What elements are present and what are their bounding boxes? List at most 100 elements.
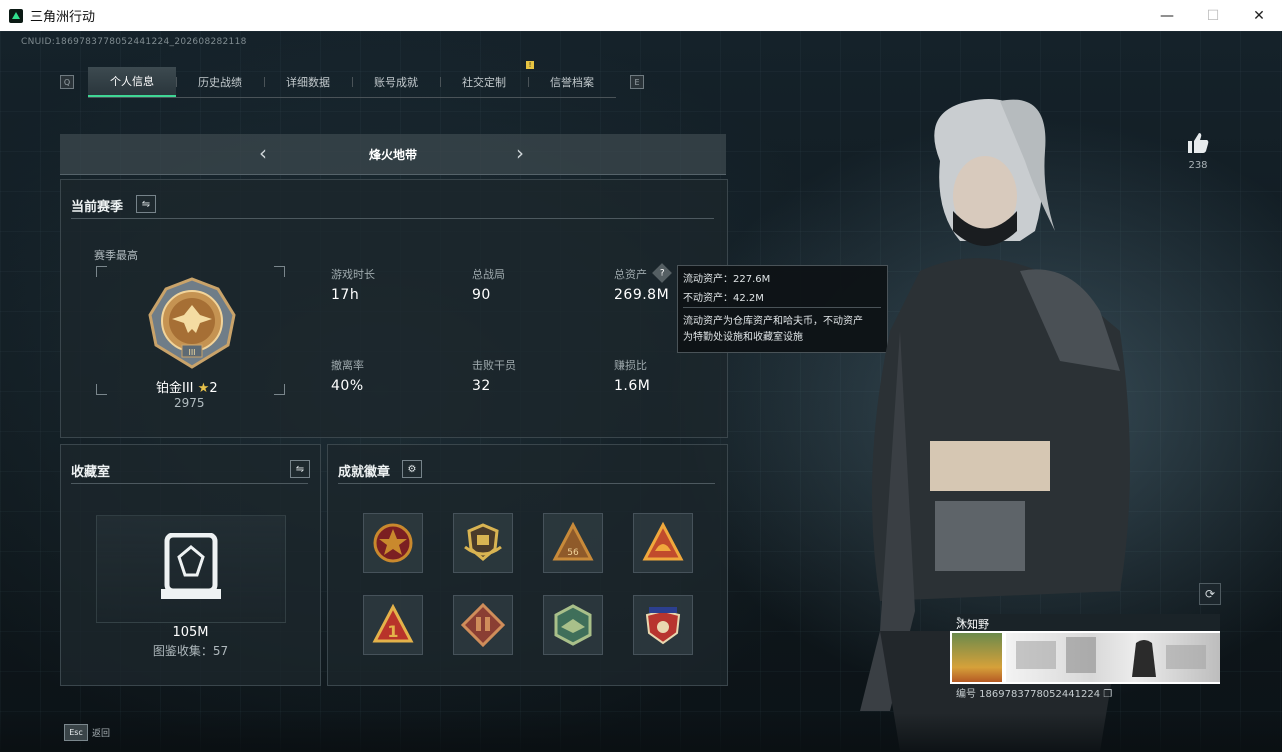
- divider: [71, 483, 308, 484]
- avatar[interactable]: [952, 633, 1002, 682]
- tab-bar: 个人信息 历史战绩 详细数据 账号成就 社交定制! 信誉档案: [88, 60, 616, 98]
- stat-label: 赚损比: [614, 359, 647, 372]
- stat-label: 游戏时长: [331, 268, 375, 281]
- stat-label: 总资产: [614, 268, 647, 281]
- tab-label: 详细数据: [286, 75, 330, 89]
- catalog-count: 图鉴收集：57: [152, 644, 229, 658]
- shield-wings-badge-icon: [464, 523, 502, 561]
- tab-personal-info[interactable]: 个人信息: [88, 66, 176, 97]
- rank-tier: 铂金III: [156, 381, 194, 396]
- svg-text:1: 1: [387, 622, 398, 641]
- window-controls: — ☐ ✕: [1144, 0, 1282, 31]
- section-title: 当前赛季: [71, 200, 124, 215]
- badge-slot[interactable]: [363, 513, 423, 573]
- edit-name-icon[interactable]: ✎: [956, 616, 964, 627]
- tooltip-description: 为特勤处设施和收藏室设施: [683, 332, 803, 343]
- triangle-56-badge-icon: 56: [552, 521, 594, 561]
- stat-value: 40%: [331, 378, 364, 394]
- thumbs-up-icon[interactable]: [1186, 131, 1210, 155]
- badge-slot[interactable]: 56: [543, 513, 603, 573]
- tab-reputation[interactable]: 信誉档案: [528, 67, 616, 97]
- tab-achievements[interactable]: 账号成就: [352, 67, 440, 97]
- frame-corner: [96, 384, 107, 395]
- season-best-label: 赛季最高: [94, 249, 138, 262]
- player-uid: CNUID:1869783778052441224_202608282118: [21, 37, 247, 47]
- rank-stars: 2: [209, 381, 218, 396]
- frame-corner: [274, 384, 285, 395]
- divider: [338, 483, 715, 484]
- badge-slot[interactable]: [453, 513, 513, 573]
- svg-text:III: III: [188, 348, 195, 357]
- app-logo-icon: [9, 8, 23, 23]
- bottom-shade: [0, 713, 1282, 752]
- tab-label: 信誉档案: [550, 75, 594, 89]
- back-label[interactable]: 返回: [92, 726, 110, 739]
- badge-slot[interactable]: [633, 513, 693, 573]
- stat-value: 17h: [331, 287, 360, 303]
- window-titlebar: 三角洲行动 — ☐ ✕: [0, 0, 1282, 31]
- stat-value: 90: [472, 287, 491, 303]
- stat-label: 总战局: [472, 268, 505, 281]
- tooltip-fixed-assets: 不动资产：42.2M: [683, 293, 764, 304]
- help-icon[interactable]: ?: [652, 263, 672, 283]
- mode-selector: ‹ 烽火地带 ›: [60, 134, 726, 175]
- stat-value: 269.8M: [614, 287, 670, 303]
- stat-label: 撤离率: [331, 359, 364, 372]
- tab-label: 个人信息: [110, 74, 154, 88]
- badge-slot[interactable]: 1: [363, 595, 423, 655]
- esc-key[interactable]: Esc: [64, 724, 88, 741]
- display-case-icon: [161, 533, 221, 599]
- window-title: 三角洲行动: [30, 10, 96, 25]
- star-shield-badge-icon: [645, 607, 681, 645]
- collection-switch-button[interactable]: ⇋: [290, 460, 310, 478]
- maximize-button[interactable]: ☐: [1190, 0, 1236, 31]
- rank-points: 2975: [174, 396, 205, 410]
- mode-next-arrow-icon[interactable]: ›: [509, 141, 531, 165]
- badge-slot[interactable]: [543, 595, 603, 655]
- namecard-header: 沐知野 ✎: [950, 614, 1220, 631]
- badge-slot[interactable]: [453, 595, 513, 655]
- tab-detailed-data[interactable]: 详细数据: [264, 67, 352, 97]
- platinum-rank-emblem-icon: III: [148, 277, 236, 369]
- frame-corner: [96, 266, 107, 277]
- mode-prev-arrow-icon[interactable]: ‹: [252, 141, 274, 165]
- player-number: 编号 1869783778052441224 ❐: [956, 685, 1112, 700]
- star-medal-badge-icon: [373, 523, 413, 563]
- tab-social-custom[interactable]: 社交定制!: [440, 60, 534, 97]
- minimize-button[interactable]: —: [1144, 0, 1190, 31]
- close-button[interactable]: ✕: [1236, 0, 1282, 31]
- tab-label: 历史战绩: [198, 75, 242, 89]
- game-viewport: CNUID:1869783778052441224_202608282118 Q…: [0, 31, 1282, 752]
- triangle-one-badge-icon: 1: [372, 603, 414, 643]
- badge-settings-button[interactable]: ⚙: [402, 460, 422, 478]
- help-symbol: ?: [659, 268, 665, 278]
- namecard-banner: [1006, 633, 1220, 682]
- tooltip-liquid-assets: 流动资产：227.6M: [683, 274, 771, 285]
- tab-label: 账号成就: [374, 75, 418, 89]
- current-season-panel: 当前赛季 ⇋ 赛季最高 III 铂金III ★2 2975 游戏时长 17h 总…: [60, 179, 728, 438]
- player-number-text: 编号 1869783778052441224: [956, 689, 1101, 700]
- prev-tab-key[interactable]: Q: [60, 75, 74, 89]
- rank-name: 铂金III ★2: [156, 377, 218, 396]
- hex-eagle-badge-icon: [554, 604, 592, 646]
- stat-label: 击败干员: [472, 359, 516, 372]
- refresh-icon[interactable]: ⟳: [1199, 583, 1221, 605]
- tab-match-history[interactable]: 历史战绩: [176, 67, 264, 97]
- season-switch-button[interactable]: ⇋: [136, 195, 156, 213]
- diamond-ammo-badge-icon: [461, 603, 505, 647]
- profile-tabs: Q 个人信息 历史战绩 详细数据 账号成就 社交定制! 信誉档案 E: [60, 60, 644, 98]
- section-title: 成就徽章: [338, 465, 391, 480]
- badge-slot[interactable]: [633, 595, 693, 655]
- copy-icon[interactable]: ❐: [1103, 689, 1112, 700]
- star-icon: ★: [197, 381, 210, 396]
- frame-corner: [274, 266, 285, 277]
- svg-text:56: 56: [567, 548, 579, 558]
- player-namecard[interactable]: 沐知野 ✎: [950, 614, 1220, 684]
- collection-value: 105M: [172, 625, 209, 640]
- tab-label: 社交定制: [462, 75, 506, 89]
- next-tab-key[interactable]: E: [630, 75, 644, 89]
- namecard-banner-art: [1016, 637, 1206, 677]
- mode-label: 烽火地带: [368, 147, 417, 162]
- divider: [71, 218, 714, 219]
- stat-value: 1.6M: [614, 378, 651, 394]
